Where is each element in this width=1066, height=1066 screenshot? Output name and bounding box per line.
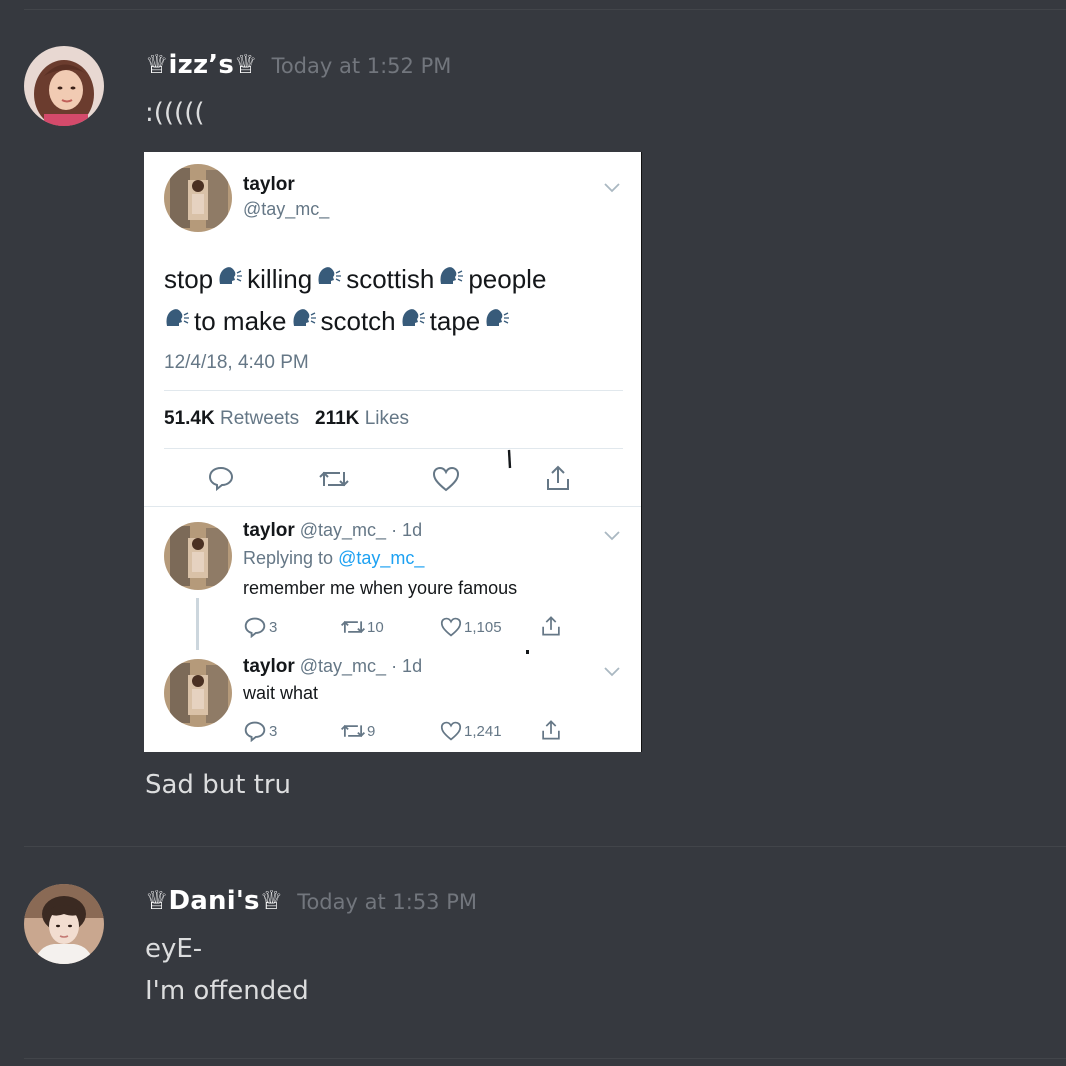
reply-text: remember me when youre famous (243, 578, 518, 598)
embedded-image-tweet[interactable]: taylor @tay_mc_ stop killing scottish pe… (144, 152, 641, 752)
replying-to: Replying to @tay_mc_ (243, 548, 424, 569)
retweet-icon[interactable] (318, 468, 350, 495)
message-text: eyE- (145, 934, 203, 964)
avatar[interactable] (24, 46, 104, 126)
like-icon (440, 617, 462, 637)
reply-author-name: taylor (243, 656, 295, 677)
retweet-count: 9 (367, 722, 376, 740)
pen-mark-icon (507, 448, 513, 475)
tweet-word: scotch (320, 306, 396, 336)
message-header: ♕izz’s♕ Today at 1:52 PM (145, 50, 451, 80)
chevron-down-icon[interactable] (604, 664, 620, 682)
chevron-down-icon[interactable] (604, 528, 620, 546)
message-text: I'm offended (145, 976, 309, 1006)
tweet-author-handle: @tay_mc_ (243, 199, 330, 219)
tweet-word: tape (429, 306, 481, 336)
retweet-icon (340, 724, 366, 738)
reply-text: wait what (243, 683, 319, 703)
like-icon[interactable] (432, 466, 460, 497)
reply-action[interactable]: 3 (244, 616, 277, 638)
tweet-text-line-2: to make scotch tape (164, 306, 514, 337)
speaking-head-icon (438, 264, 464, 295)
speaking-head-icon (316, 264, 342, 295)
tweet-author-name: taylor (243, 174, 295, 195)
likes-label: Likes (364, 408, 410, 429)
message-text: :((((( (145, 98, 205, 128)
reply-header: taylor @tay_mc_ · 1d (243, 520, 422, 542)
retweets-label: Retweets (219, 408, 300, 429)
retweet-icon (340, 620, 366, 634)
reply-handle-meta: @tay_mc_ · 1d (299, 520, 423, 540)
replying-to-handle[interactable]: @tay_mc_ (338, 548, 424, 568)
speaking-head-icon (164, 306, 190, 337)
tweet-word: to make (194, 306, 287, 336)
avatar[interactable] (24, 884, 104, 964)
share-icon[interactable] (545, 464, 571, 497)
top-divider (24, 9, 1066, 10)
like-icon (440, 721, 462, 741)
speaking-head-icon (217, 264, 243, 295)
tweet-date: 12/4/18, 4:40 PM (164, 352, 309, 373)
reply-icon (244, 617, 266, 638)
reply-header: taylor @tay_mc_ · 1d (243, 656, 422, 678)
reply-icon (244, 721, 266, 742)
retweets-count: 51.4K (164, 408, 215, 429)
divider (144, 506, 641, 507)
reply-count: 3 (269, 722, 278, 740)
tweet-word: scottish (346, 264, 435, 294)
reply-count: 3 (269, 618, 278, 636)
speaking-head-icon (400, 306, 426, 337)
stray-dot (526, 650, 529, 654)
speaking-head-icon (291, 306, 317, 337)
reply-avatar (164, 522, 232, 590)
retweet-action[interactable]: 10 (340, 618, 384, 636)
tweet-word: stop (164, 264, 214, 294)
share-icon[interactable] (540, 719, 562, 741)
tweet-stats: 51.4K Retweets 211K Likes (164, 408, 409, 430)
username[interactable]: ♕izz’s♕ (145, 50, 258, 80)
tweet-avatar (164, 164, 232, 232)
timestamp: Today at 1:52 PM (271, 54, 452, 78)
reply-avatar (164, 659, 232, 727)
like-count: 1,105 (464, 618, 502, 636)
share-icon[interactable] (540, 615, 562, 637)
like-action[interactable]: 1,241 (440, 721, 502, 741)
retweet-action[interactable]: 9 (340, 722, 375, 740)
chevron-down-icon[interactable] (604, 180, 620, 198)
likes-count: 211K (315, 408, 360, 429)
tweet-word: people (468, 264, 547, 294)
reply-icon[interactable] (208, 465, 234, 496)
message-divider (24, 1058, 1066, 1059)
message-header: ♕Dani's♕ Today at 1:53 PM (145, 886, 477, 916)
reply-action[interactable]: 3 (244, 720, 277, 742)
divider (164, 448, 623, 449)
replying-prefix: Replying to (243, 548, 334, 568)
reply-author-name: taylor (243, 520, 295, 541)
message-text: Sad but tru (145, 770, 292, 800)
tweet-word: killing (247, 264, 313, 294)
tweet-text-line-1: stop killing scottish people (164, 264, 546, 295)
like-count: 1,241 (464, 722, 502, 740)
retweet-count: 10 (367, 618, 384, 636)
speaking-head-icon (484, 306, 510, 337)
divider (164, 390, 623, 391)
reply-handle-meta: @tay_mc_ · 1d (299, 656, 423, 676)
thread-line (196, 598, 199, 650)
message-divider (24, 846, 1066, 847)
like-action[interactable]: 1,105 (440, 617, 502, 637)
username[interactable]: ♕Dani's♕ (145, 886, 283, 916)
timestamp: Today at 1:53 PM (297, 890, 478, 914)
